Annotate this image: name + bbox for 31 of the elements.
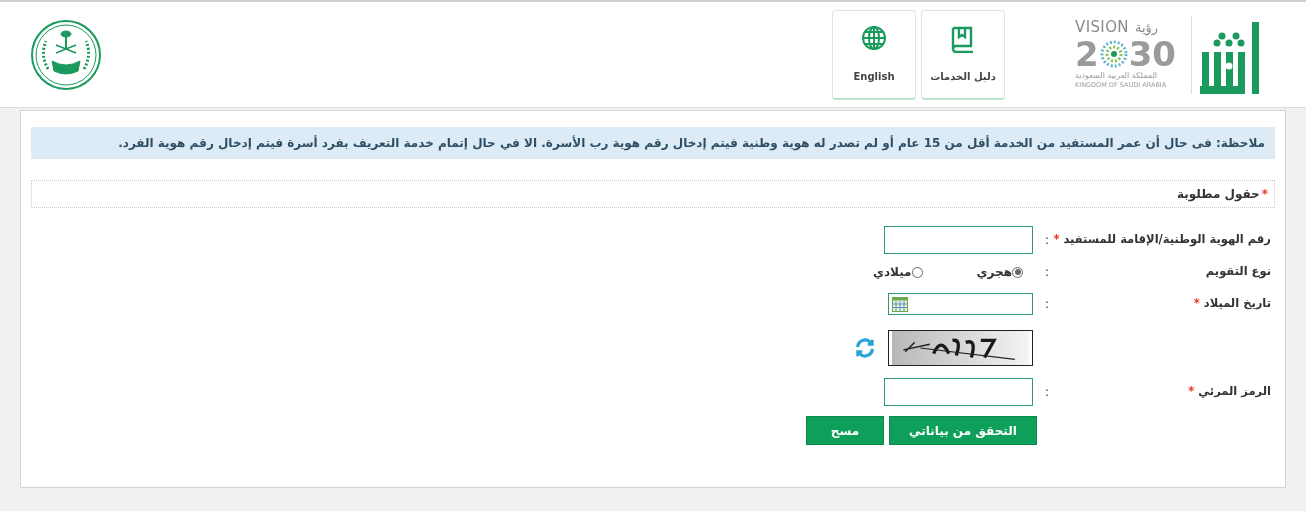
required-mark: * [1188,383,1195,401]
radio-option[interactable]: هجري [976,263,1023,281]
colon-text: : [1044,297,1049,311]
field-label: الرمز المرئي [1198,383,1271,401]
logo-text: رؤية [1134,20,1159,34]
nav-button[interactable]: دليل الخدمات [921,10,1005,100]
date-field[interactable] [888,293,1033,315]
note-text: ملاحظة: فى حال أن عمر المستفيد من الخدمة أقل من 15 عام أو لم تصدر له هوية وطنية فيتم إدخال رقم هوية رب الأسرة. الا في حال إتمام خدمة التعريف بفرد أسرة فيتم إدخال رقم هوية الفرد. [31,127,1275,159]
colon-text: : [1044,265,1049,279]
required-mark: * [1053,231,1060,249]
calendar-icon[interactable] [892,296,908,312]
required-mark: * [1193,295,1200,313]
colon-text: : [1044,385,1049,399]
nav-button[interactable]: English [832,10,916,100]
field-label: رقم الهوية الوطنية/الإقامة للمستفيد [1063,231,1271,249]
logo-text: 30 [1128,36,1176,71]
radio-button[interactable] [911,266,923,278]
radio-button[interactable] [1012,266,1023,278]
required-legend: * حقول مطلوبة [31,180,1275,208]
logo-text: المملكة العربية السعودية [1075,70,1158,81]
field-label: نوع التقويم [1205,263,1271,281]
logo-text: 2 [1075,36,1099,71]
field-label: تاريخ الميلاد [1203,295,1271,313]
input-field[interactable] [884,378,1033,406]
globe-icon [861,25,887,51]
refresh-icon[interactable] [854,337,876,359]
book-icon [950,25,976,53]
radio-option[interactable]: ميلادي [872,263,923,281]
colon-text: : [1044,233,1049,247]
logo-text: VISION [1075,19,1129,35]
input-field[interactable] [884,226,1033,254]
